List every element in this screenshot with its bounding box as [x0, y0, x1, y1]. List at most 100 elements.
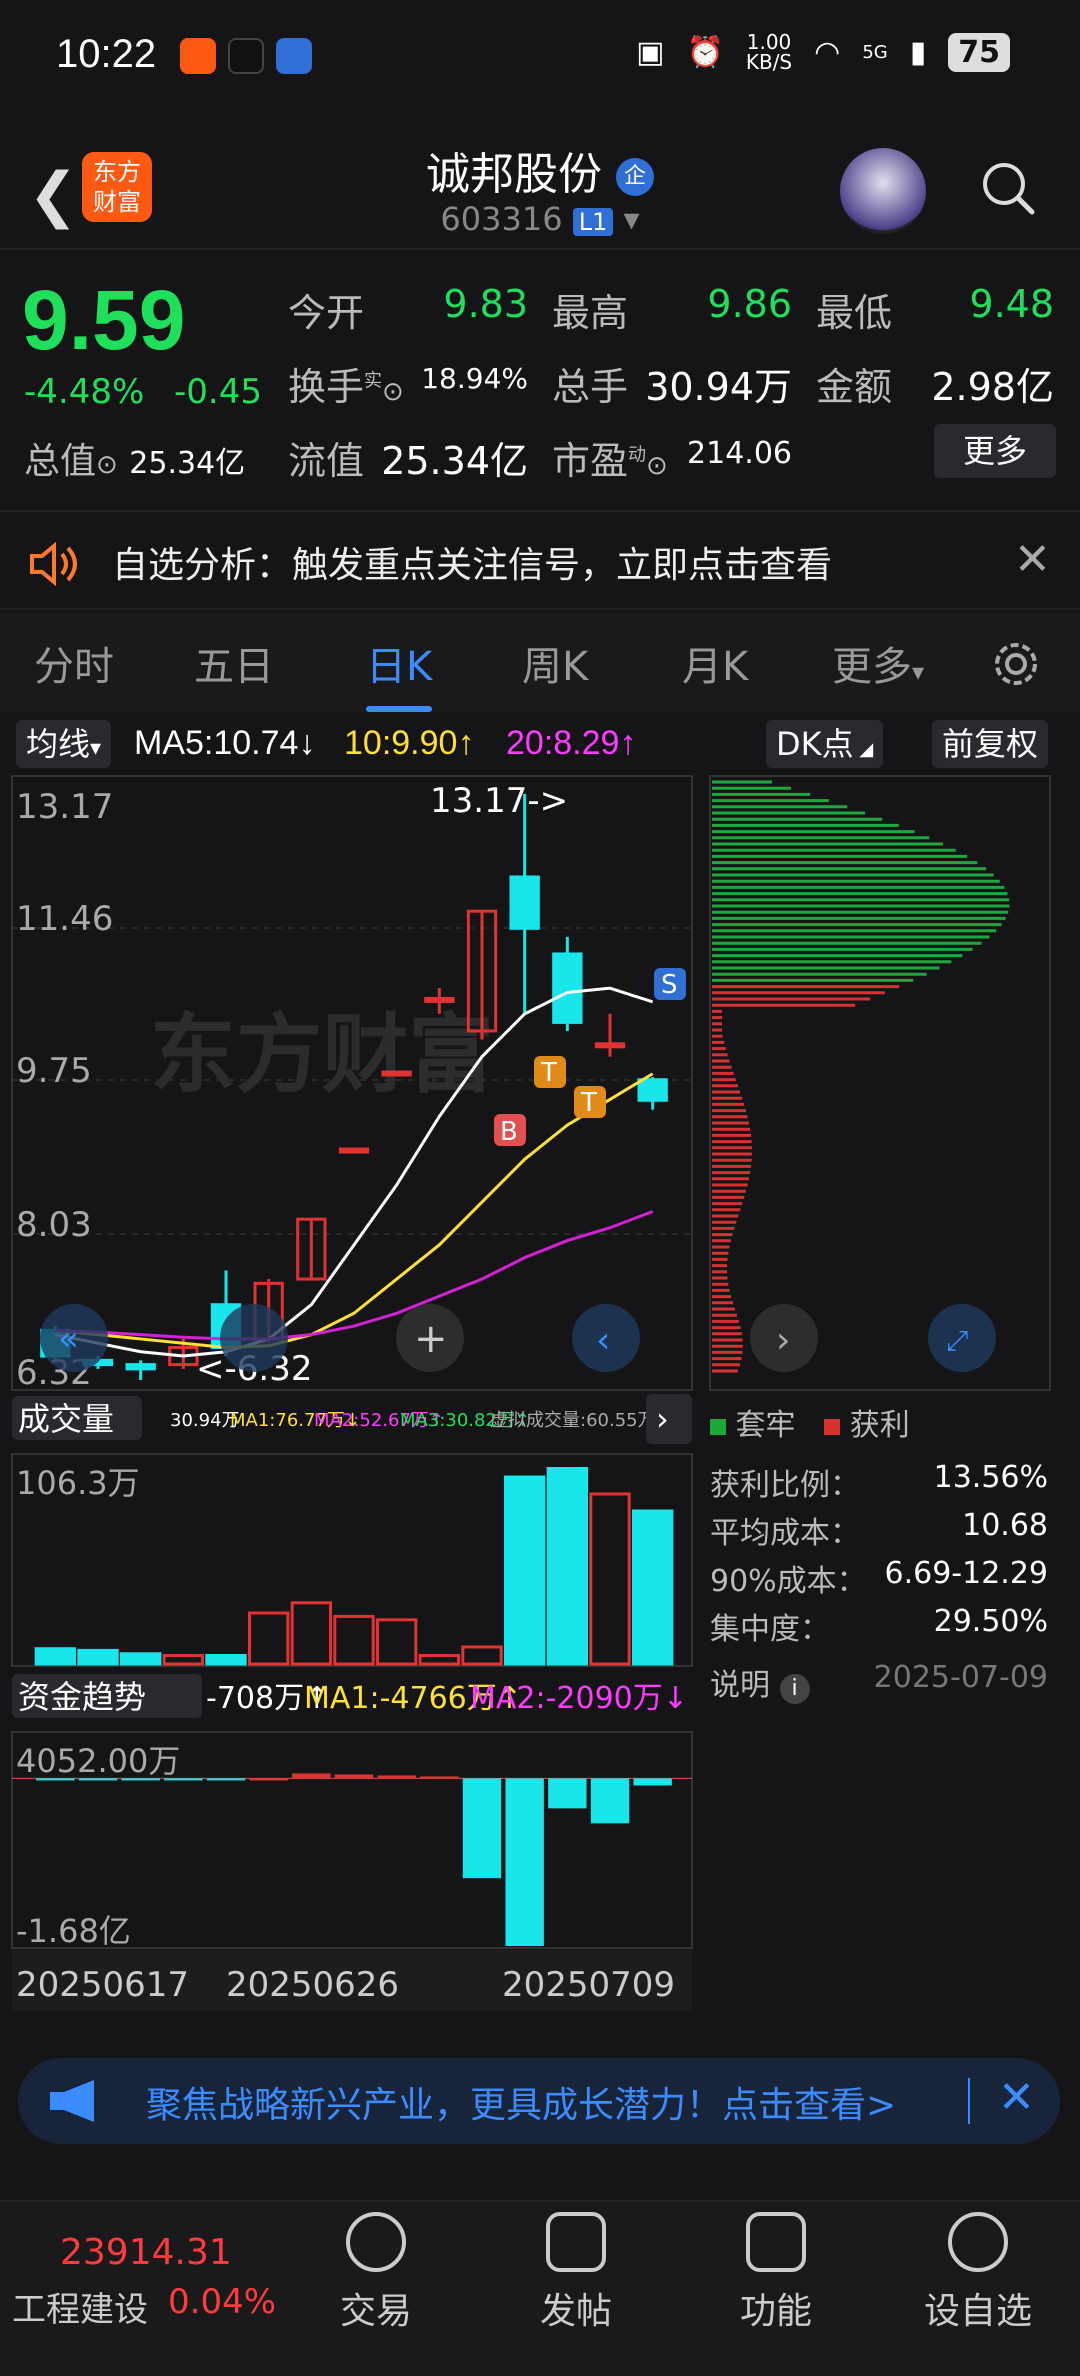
volume-bar	[503, 1475, 546, 1666]
volume-bar	[34, 1647, 77, 1666]
volume-bar	[375, 1618, 418, 1666]
dk-point-button[interactable]: DK点 ◢	[766, 720, 884, 768]
period-tabs: 分时 五日 日K 周K 月K 更多▾	[0, 612, 1080, 712]
nav-functions[interactable]: 功能	[706, 2212, 846, 2334]
open-label: 今开	[288, 291, 365, 335]
index-value[interactable]: 23914.31	[60, 2232, 232, 2273]
t-marker-label: T	[540, 1058, 557, 1088]
fund-ytop: 4052.00万	[16, 1742, 180, 1780]
wifi-icon: ◠	[814, 34, 841, 70]
status-time: 10:22	[56, 32, 157, 76]
y-label-2: 11.46	[16, 899, 113, 939]
volume-bar	[290, 1601, 333, 1666]
max-note: 13.17->	[430, 781, 568, 821]
status-bar: 10:22 ▣ ⏰ 1.00 KB/S ◠ 5G ▮ 75	[0, 0, 1080, 120]
grid-icon	[746, 2212, 806, 2272]
signal-banner[interactable]: 自选分析：触发重点关注信号，立即点击查看 ✕	[0, 510, 1080, 610]
more-icon	[948, 2212, 1008, 2272]
volume-bar	[333, 1614, 375, 1666]
turnover-label: 换手实⊙	[288, 365, 404, 409]
signal-icon: ▮	[909, 34, 927, 70]
pe-label: 市盈动⊙	[552, 439, 668, 483]
y-label-4: 8.03	[16, 1205, 92, 1245]
yen-icon	[346, 2212, 406, 2272]
tiktok-icon	[228, 38, 264, 74]
tab-minute[interactable]: 分时	[34, 634, 114, 692]
bottom-nav: 23914.31 工程建设 0.04% 交易 发帖 功能 设自选	[0, 2200, 1080, 2376]
promo-banner[interactable]: 聚焦战略新兴产业，更具成长潜力！点击查看> ✕	[18, 2058, 1060, 2144]
search-icon[interactable]	[980, 160, 1036, 216]
date-label-3: 20250709	[502, 1965, 675, 2005]
volume-bar	[589, 1492, 631, 1666]
candle-body	[594, 1042, 626, 1049]
notification-app-icon	[180, 38, 216, 74]
alarm-icon: ⏰	[686, 34, 724, 70]
float-value: 25.34亿	[381, 439, 528, 483]
index-name[interactable]: 工程建设	[12, 2282, 148, 2331]
stock-code: 603316	[440, 200, 563, 238]
cost90-row: 90%成本： 6.69-12.29	[710, 1556, 1048, 1599]
volume-bar	[631, 1509, 674, 1666]
nav-post[interactable]: 发帖	[506, 2212, 646, 2334]
fund-bar	[164, 1778, 203, 1781]
megaphone-icon	[50, 2080, 94, 2122]
volume-bar	[205, 1654, 247, 1666]
fund-bar	[377, 1775, 416, 1779]
nav-trade[interactable]: 交易	[306, 2212, 446, 2334]
tab-5day[interactable]: 五日	[194, 634, 274, 692]
notification-app-icon-2	[276, 38, 312, 74]
avg-cost-row: 平均成本： 10.68	[710, 1508, 1048, 1551]
robot-assistant-avatar[interactable]	[840, 148, 926, 234]
profit-ratio-row: 获利比例： 13.56%	[710, 1460, 1048, 1503]
more-button[interactable]: 更多	[934, 424, 1056, 478]
chevron-right-icon: ›	[656, 1400, 669, 1438]
vol-value: 30.94万	[645, 365, 792, 409]
fund-bar	[420, 1776, 459, 1779]
fund-label: 资金趋势	[18, 1678, 146, 1716]
stock-name: 诚邦股份	[426, 149, 602, 200]
tab-daily-k[interactable]: 日K	[366, 634, 433, 712]
chevron-left-icon: ‹	[596, 1320, 610, 1361]
speaker-icon	[30, 542, 77, 586]
low-label: 最低	[816, 291, 893, 335]
ma20-value: 20:8.29↑	[506, 724, 637, 762]
adjust-button[interactable]: 前复权	[932, 720, 1049, 768]
ma-selector[interactable]: 均线▾	[16, 720, 112, 768]
fund-bar	[505, 1778, 544, 1946]
date-label-2: 20250626	[226, 1965, 399, 2005]
turnover-value: 18.94%	[421, 362, 528, 395]
fund-bar	[633, 1778, 672, 1786]
fund-ybottom: -1.68亿	[16, 1912, 131, 1950]
fund-bar	[590, 1778, 630, 1824]
float-label: 流值	[288, 439, 365, 483]
nav-add-watchlist[interactable]: 设自选	[908, 2212, 1048, 2334]
fund-ma2: MA2:-2090万↓	[470, 1681, 688, 1716]
candle-body	[381, 1070, 412, 1077]
tab-monthly-k[interactable]: 月K	[682, 634, 748, 692]
volume-label: 成交量	[18, 1400, 114, 1438]
y-label-top: 13.17	[16, 787, 113, 827]
fund-bar	[121, 1778, 160, 1781]
open-value: 9.83	[443, 282, 528, 326]
zoom-out-button[interactable]	[220, 1304, 288, 1372]
tab-weekly-k[interactable]: 周K	[522, 634, 588, 692]
tab-more[interactable]: 更多▾	[832, 634, 924, 692]
low-value: 9.48	[969, 282, 1054, 326]
chevron-right-icon: ›	[776, 1320, 790, 1361]
volume-bar	[119, 1652, 162, 1666]
divider	[968, 2078, 970, 2124]
volume-expand-button[interactable]	[646, 1394, 692, 1444]
ma20-line	[55, 1210, 654, 1341]
app-root: 10:22 ▣ ⏰ 1.00 KB/S ◠ 5G ▮ 75 ❮ 东方财富 诚邦股份…	[0, 0, 1080, 2376]
fund-bar	[36, 1778, 75, 1781]
vol-label: 总手	[552, 365, 629, 409]
close-icon[interactable]: ✕	[1014, 534, 1051, 585]
edit-icon	[546, 2212, 606, 2272]
gear-icon[interactable]	[990, 638, 1042, 690]
close-icon[interactable]: ✕	[998, 2072, 1035, 2123]
fund-bar	[548, 1778, 587, 1809]
mcap-row: 总值⊙ 25.34亿	[24, 441, 246, 482]
fund-bar	[206, 1778, 246, 1781]
chip-note-row[interactable]: 说明 i 2025-07-09	[710, 1660, 1060, 1704]
pe-value: 214.06	[687, 436, 792, 471]
